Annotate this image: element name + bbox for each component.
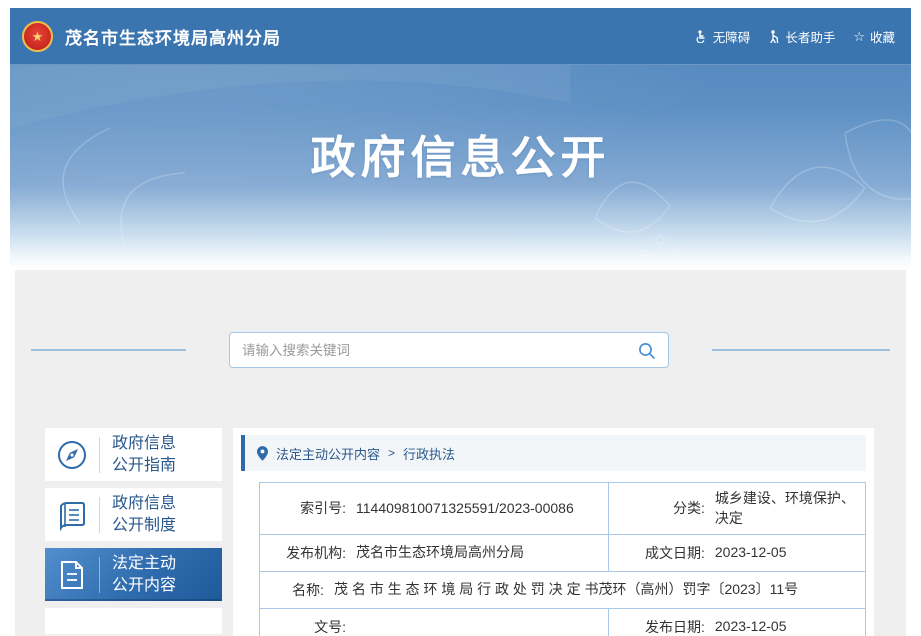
favorite-link[interactable]: ☆ 收藏 (853, 27, 895, 46)
table-row: 索引号: 114409810071325591/2023-00086 分类: 城… (260, 483, 865, 534)
elder-assist-icon (768, 30, 780, 43)
sidebar-item-statutory-disclosure[interactable]: 法定主动 公开内容 (45, 548, 222, 601)
category-cell: 分类: 城乡建设、环境保护、决定 (608, 483, 865, 534)
search-box (229, 332, 669, 368)
elder-assist-link[interactable]: 长者助手 (768, 27, 835, 46)
compass-icon (45, 438, 99, 472)
index-number-value: 114409810071325591/2023-00086 (356, 498, 574, 518)
index-number-label: 索引号: (268, 498, 346, 518)
publish-date-value: 2023-12-05 (715, 616, 787, 636)
table-row: 发布机构: 茂名市生态环境局高州分局 成文日期: 2023-12-05 (260, 534, 865, 571)
rules-book-icon (45, 499, 99, 531)
breadcrumb-current: 行政执法 (403, 444, 455, 463)
search-row (15, 332, 906, 368)
content-row: 政府信息 公开指南 政府信息 公开制度 (15, 428, 906, 636)
document-number-cell: 文号: (260, 609, 608, 636)
table-row: 名称: 茂 名 市 生 态 环 境 局 行 政 处 罚 决 定 书茂环（高州）罚… (260, 571, 865, 608)
document-number-label: 文号: (268, 617, 346, 636)
page-title: 政府信息公开 (10, 121, 911, 186)
sidebar-item-label: 法定主动 公开内容 (100, 553, 176, 595)
sidebar-item-partial[interactable] (45, 608, 222, 634)
breadcrumb-separator: > (388, 446, 395, 460)
star-icon: ☆ (853, 30, 865, 43)
brand: ★ 茂名市生态环境局高州分局 (22, 21, 281, 52)
document-name-cell: 名称: 茂 名 市 生 态 环 境 局 行 政 处 罚 决 定 书茂环（高州）罚… (260, 572, 865, 608)
sidebar-item-gov-info-rules[interactable]: 政府信息 公开制度 (45, 488, 222, 541)
index-number-cell: 索引号: 114409810071325591/2023-00086 (260, 483, 608, 534)
breadcrumb-parent[interactable]: 法定主动公开内容 (276, 444, 380, 463)
breadcrumb: 法定主动公开内容 > 行政执法 (241, 435, 866, 471)
location-pin-icon (257, 446, 268, 461)
publish-agency-cell: 发布机构: 茂名市生态环境局高州分局 (260, 535, 608, 571)
search-icon[interactable] (636, 340, 658, 362)
document-meta-table: 索引号: 114409810071325591/2023-00086 分类: 城… (259, 482, 866, 636)
written-date-value: 2023-12-05 (715, 542, 787, 562)
sidebar-item-label: 政府信息 公开指南 (100, 433, 176, 475)
page: ★ 茂名市生态环境局高州分局 无障碍 长者助手 ☆ (0, 0, 921, 636)
category-value: 城乡建设、环境保护、决定 (715, 488, 857, 529)
detail-card: 法定主动公开内容 > 行政执法 索引号: 114409810071325591/… (233, 428, 874, 636)
sidebar-item-label: 政府信息 公开制度 (100, 493, 176, 535)
publish-agency-value: 茂名市生态环境局高州分局 (356, 542, 524, 562)
header-bar: ★ 茂名市生态环境局高州分局 无障碍 长者助手 ☆ (10, 8, 911, 65)
publish-date-cell: 发布日期: 2023-12-05 (608, 609, 865, 636)
hero-banner: ★ 茂名市生态环境局高州分局 无障碍 长者助手 ☆ (10, 8, 911, 270)
decor-line-right (712, 349, 890, 351)
header-utility-links: 无障碍 长者助手 ☆ 收藏 (695, 27, 895, 46)
search-input[interactable] (230, 333, 668, 367)
document-name-label: 名称: (268, 580, 324, 600)
sidebar: 政府信息 公开指南 政府信息 公开制度 (45, 428, 222, 634)
document-name-value: 茂 名 市 生 态 环 境 局 行 政 处 罚 决 定 书茂环（高州）罚字〔20… (334, 579, 798, 599)
accessibility-icon (695, 30, 708, 43)
written-date-cell: 成文日期: 2023-12-05 (608, 535, 865, 571)
written-date-label: 成文日期: (617, 543, 705, 563)
national-emblem-logo: ★ (22, 21, 53, 52)
publish-date-label: 发布日期: (617, 617, 705, 636)
site-title[interactable]: 茂名市生态环境局高州分局 (65, 24, 281, 49)
publish-agency-label: 发布机构: (268, 543, 346, 563)
table-row: 文号: 发布日期: 2023-12-05 (260, 608, 865, 636)
sidebar-item-gov-info-guide[interactable]: 政府信息 公开指南 (45, 428, 222, 481)
decor-line-left (31, 349, 186, 351)
category-label: 分类: (617, 498, 705, 518)
main-panel: 政府信息 公开指南 政府信息 公开制度 (15, 270, 906, 636)
document-icon (45, 559, 99, 591)
accessibility-link[interactable]: 无障碍 (695, 27, 751, 46)
